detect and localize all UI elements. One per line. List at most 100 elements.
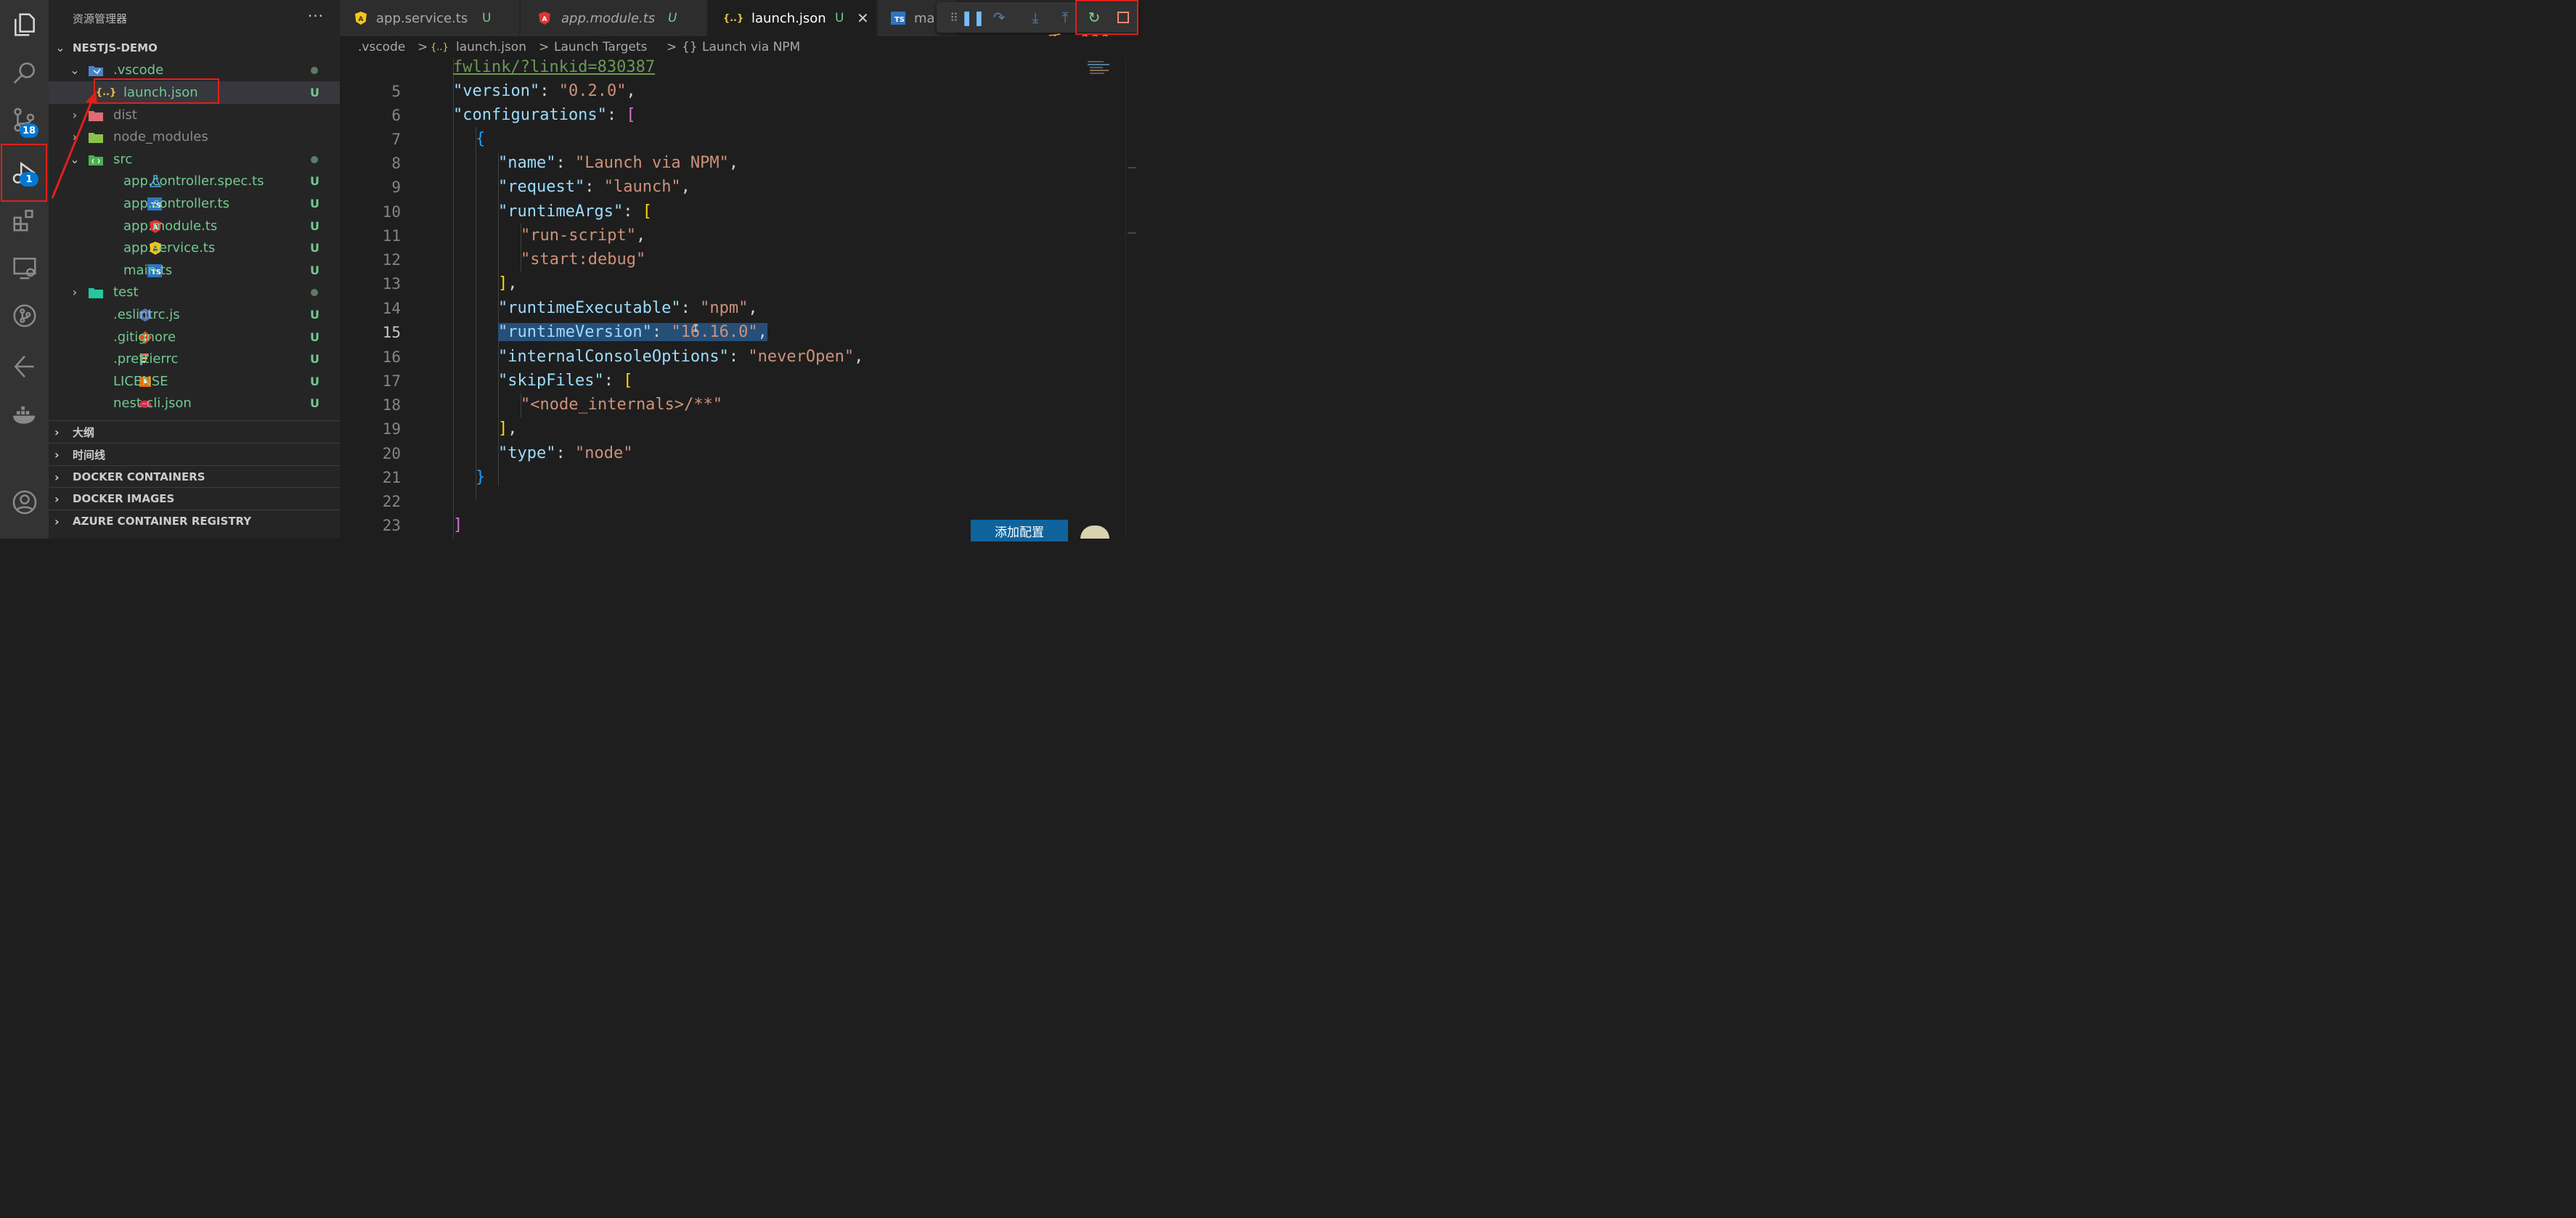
code-line-14: "runtimeExecutable": "npm", (498, 299, 758, 317)
panel-docker-containers[interactable]: › DOCKER CONTAINERS (49, 465, 340, 488)
untracked-status: U (310, 86, 319, 99)
tree-file-prettierrc[interactable]: .prettierrc U (49, 348, 340, 370)
more-actions-button[interactable]: ··· (308, 7, 324, 25)
tree-item-label: node_modules (113, 129, 208, 144)
minimap[interactable] (1088, 60, 1124, 81)
close-icon[interactable]: ✕ (857, 9, 869, 27)
timeline-icon[interactable] (0, 344, 49, 389)
root-folder-label: NESTJS-DEMO (73, 41, 158, 54)
breadcrumb-launch-targets[interactable]: Launch Targets (554, 40, 647, 54)
panel-azure-registry[interactable]: › AZURE CONTAINER REGISTRY (49, 510, 340, 532)
minimap-line (1088, 64, 1109, 65)
tree-item-label: test (113, 285, 139, 300)
line-number: 17 (382, 372, 401, 390)
tab-app-module[interactable]: A app.module.ts U (521, 0, 707, 36)
tab-app-service[interactable]: A app.service.ts U (340, 0, 520, 36)
breadcrumb-file[interactable]: launch.json (456, 40, 526, 54)
tree-item-label: .vscode (113, 62, 164, 78)
search-icon[interactable] (0, 50, 49, 95)
json-string: "0.2.0" (558, 82, 627, 100)
untracked-status: U (310, 330, 319, 344)
line-number: 13 (382, 275, 401, 293)
line-number: 8 (391, 155, 401, 172)
untracked-status: U (310, 174, 319, 188)
text-cursor-icon: I (693, 323, 699, 335)
tab-label: app.service.ts (376, 10, 468, 26)
breadcrumb: .vscode > {..} launch.json > Launch Targ… (340, 36, 1138, 58)
tab-launch-json[interactable]: {..} launch.json U ✕ (708, 0, 877, 36)
pause-icon[interactable]: ❚❚ (958, 2, 987, 33)
panel-label: 大纲 (73, 425, 95, 439)
account-icon[interactable] (0, 480, 49, 525)
tree-file-service[interactable]: A app.service.ts U (49, 237, 340, 259)
tree-file-main[interactable]: TS main.ts U (49, 259, 340, 282)
code-line-21: } (476, 468, 486, 486)
tree-item-label: app.controller.spec.ts (123, 173, 264, 189)
panel-outline[interactable]: › 大纲 (49, 420, 340, 443)
breadcrumb-launch-via-npm[interactable]: Launch via NPM (702, 40, 800, 54)
tree-file-module[interactable]: A app.module.ts U (49, 215, 340, 237)
remote-explorer-icon[interactable] (0, 245, 49, 290)
code-line-19: ], (498, 420, 518, 438)
chevron-down-icon: ⌄ (70, 63, 80, 77)
line-number: 21 (382, 469, 401, 486)
line-number: 7 (391, 131, 401, 148)
code-line-18: "<node_internals>/**" (521, 396, 722, 414)
line-number: 16 (382, 348, 401, 366)
tree-file-gitignore[interactable]: .gitignore U (49, 326, 340, 348)
panel-label: DOCKER CONTAINERS (73, 470, 205, 483)
panel-label: DOCKER IMAGES (73, 492, 175, 505)
untracked-status: U (310, 197, 319, 211)
modified-dot (311, 288, 318, 296)
tree-item-label: nest-cli.json (113, 396, 192, 411)
tree-root-folder[interactable]: ⌄ NESTJS-DEMO (49, 36, 340, 59)
code-line-16: "internalConsoleOptions": "neverOpen", (498, 348, 864, 366)
extensions-icon[interactable] (0, 197, 49, 242)
git-graph-icon[interactable] (0, 293, 49, 338)
code-line-12: "start:debug" (521, 250, 645, 269)
docker-icon[interactable] (0, 392, 49, 437)
modified-dot (311, 155, 318, 163)
step-into-icon[interactable]: ⤓ (1021, 2, 1050, 33)
line-number: 11 (382, 227, 401, 245)
code-editor[interactable]: fwlink/?linkid=830387 5 6 7 8 9 10 11 12… (340, 58, 1125, 539)
step-over-icon[interactable]: ↷ (985, 2, 1014, 33)
url-link[interactable]: fwlink/?linkid=830387 (453, 58, 655, 76)
add-configuration-button[interactable]: 添加配置 (971, 520, 1068, 541)
panel-label: AZURE CONTAINER REGISTRY (73, 515, 252, 528)
code-line-20: "type": "node" (498, 444, 633, 462)
tree-file-license[interactable]: LICENSE U (49, 370, 340, 393)
tree-item-label: .gitignore (113, 330, 176, 345)
breadcrumb-folder[interactable]: .vscode (358, 40, 405, 54)
service-glyph: A (359, 16, 364, 23)
breadcrumb-separator: > (417, 40, 428, 54)
line-number-current: 15 (382, 324, 401, 341)
code-line-11: "run-script", (521, 226, 646, 245)
highlight-debug-box (1, 144, 47, 202)
minimap-line (1090, 70, 1109, 71)
untracked-status: U (310, 308, 319, 322)
scroll-thumb[interactable] (1128, 167, 1136, 168)
untracked-status: U (310, 375, 319, 388)
explorer-icon[interactable] (0, 2, 49, 47)
tab-label: ma (914, 10, 935, 26)
panel-label: 时间线 (73, 448, 106, 462)
panel-docker-images[interactable]: › DOCKER IMAGES (49, 487, 340, 510)
tree-file-eslintrc[interactable]: .eslintrc.js U (49, 303, 340, 326)
scm-badge: 18 (20, 123, 38, 138)
object-symbol-icon: {} (682, 40, 698, 54)
editor-scrollbar[interactable] (1125, 58, 1138, 539)
activity-bar: 18 1 (0, 0, 49, 539)
explorer-sidebar: 资源管理器 ··· ⌄ NESTJS-DEMO ⌄ .vscode {..} l… (49, 0, 340, 539)
panel-timeline[interactable]: › 时间线 (49, 443, 340, 465)
test-folder-icon (88, 285, 104, 300)
angular-file-icon: A (537, 11, 553, 25)
code-line-23: ] (453, 516, 463, 534)
code-line-9: "request": "launch", (498, 178, 690, 196)
line-number: 12 (382, 251, 401, 269)
tree-folder-test[interactable]: › test (49, 281, 340, 303)
json-string: "run-script" (521, 226, 636, 245)
json-string: "launch" (603, 178, 681, 196)
line-number: 9 (391, 179, 401, 196)
tree-file-nest-cli[interactable]: nest-cli.json U (49, 392, 340, 414)
